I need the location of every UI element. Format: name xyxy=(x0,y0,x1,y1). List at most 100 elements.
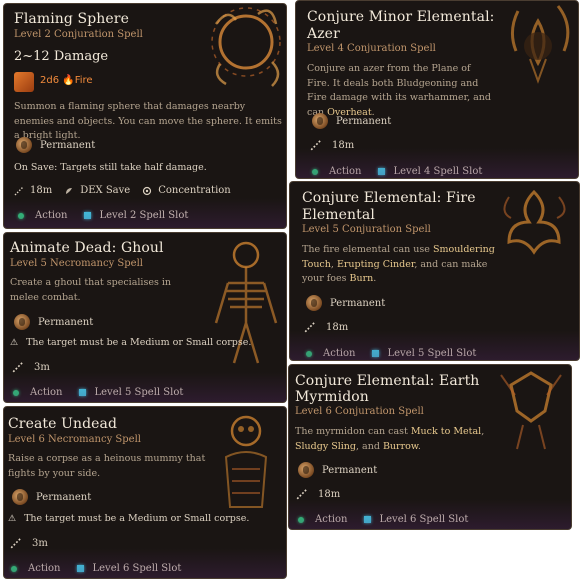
duration-row: Permanent xyxy=(16,137,95,153)
keyword-burrow[interactable]: Burrow xyxy=(383,441,418,452)
spell-title: Create Undead xyxy=(8,416,118,432)
range-text: 18m xyxy=(332,139,355,151)
spell-title: Flaming Sphere xyxy=(14,11,129,27)
spell-description: Conjure an azer from the Plane of Fire. … xyxy=(307,63,491,118)
spell-title-line2: Elemental xyxy=(302,207,375,223)
fire-icon: 🔥 xyxy=(62,75,75,86)
range-icon xyxy=(304,321,316,333)
action-text: Action xyxy=(329,166,362,177)
range-text: 18m xyxy=(318,488,341,500)
range-row: 18m xyxy=(310,139,354,151)
duration-icon xyxy=(14,314,30,330)
range-row: 18m xyxy=(304,321,348,333)
duration-text: Permanent xyxy=(330,297,386,309)
spell-subtitle: Level 4 Conjuration Spell xyxy=(307,43,436,54)
damage-range: 2~12 Damage xyxy=(14,49,109,64)
fire-sphere-icon xyxy=(211,7,281,87)
spell-slot-icon xyxy=(377,168,385,175)
spell-slot-text: Level 6 Spell Slot xyxy=(92,563,182,574)
spell-description: Create a ghoul that specialises in melee… xyxy=(10,277,171,303)
spell-slot-text: Level 5 Spell Slot xyxy=(387,348,477,359)
range-icon xyxy=(12,361,24,373)
spell-description: The myrmidon can cast Muck to Metal, Slu… xyxy=(295,426,485,452)
spell-slot-icon xyxy=(371,350,379,357)
spell-slot-icon xyxy=(78,389,86,396)
spell-title: Conjure Elemental: Fire xyxy=(302,190,476,206)
cost-row: Action Level 2 Spell Slot xyxy=(18,210,188,221)
range-text: 18m xyxy=(30,185,53,196)
warning-text: The target must be a Medium or Small cor… xyxy=(26,337,252,348)
spell-subtitle: Level 6 Conjuration Spell xyxy=(295,406,424,417)
cost-row: Action Level 4 Spell Slot xyxy=(312,166,482,177)
action-icon xyxy=(11,565,17,572)
duration-text: Permanent xyxy=(40,139,96,151)
duration-row: Permanent xyxy=(312,113,391,129)
spell-slot-text: Level 6 Spell Slot xyxy=(379,514,469,525)
duration-text: Permanent xyxy=(38,316,94,328)
cost-row: Action Level 6 Spell Slot xyxy=(298,514,468,525)
fire-elemental-icon xyxy=(503,189,566,255)
duration-icon xyxy=(16,137,32,153)
spell-card-create-undead: Create Undead Level 6 Necromancy Spell R… xyxy=(3,406,287,579)
duration-row: Permanent xyxy=(298,462,377,478)
duration-row: Permanent xyxy=(14,314,93,330)
range-text: 3m xyxy=(34,361,50,373)
spell-title: Conjure Elemental: Earth xyxy=(295,373,480,389)
action-text: Action xyxy=(35,210,68,221)
spell-subtitle: Level 2 Conjuration Spell xyxy=(14,29,143,40)
duration-icon xyxy=(12,489,28,505)
spell-subtitle: Level 5 Necromancy Spell xyxy=(10,258,143,269)
action-text: Action xyxy=(323,348,356,359)
keyword-erupting-cinder[interactable]: Erupting Cinder xyxy=(337,259,414,270)
range-icon xyxy=(296,488,308,500)
action-icon xyxy=(312,168,318,175)
range-icon xyxy=(10,537,22,549)
keyword-burn[interactable]: Burn xyxy=(350,273,374,284)
cost-row: Action Level 5 Spell Slot xyxy=(306,348,476,359)
action-text: Action xyxy=(30,387,63,398)
on-save-text: On Save: Targets still take half damage. xyxy=(14,162,207,173)
earth-myrmidon-icon xyxy=(500,371,562,450)
action-text: Action xyxy=(28,563,61,574)
concentration-text: Concentration xyxy=(158,185,231,196)
azer-icon xyxy=(511,5,570,84)
duration-text: Permanent xyxy=(336,115,392,127)
warning-icon: ⚠ xyxy=(10,337,19,348)
spell-card-earth-myrmidon: Conjure Elemental: Earth Myrmidon Level … xyxy=(288,364,572,530)
duration-icon xyxy=(298,462,314,478)
spell-card-flaming-sphere: Flaming Sphere Level 2 Conjuration Spell… xyxy=(3,3,287,229)
spell-description: Raise a corpse as a heinous mummy that f… xyxy=(8,453,206,479)
warning-row: ⚠ The target must be a Medium or Small c… xyxy=(8,513,249,524)
keyword-sludgy-sling[interactable]: Sludgy Sling xyxy=(295,441,356,452)
keyword-muck-to-metal[interactable]: Muck to Metal xyxy=(411,426,481,437)
duration-row: Permanent xyxy=(306,295,385,311)
dice-value: 2d6 xyxy=(40,75,60,86)
skeleton-icon xyxy=(214,241,278,364)
range-icon xyxy=(310,139,322,151)
dice-icon xyxy=(14,72,34,92)
range-row: 18m xyxy=(296,488,340,500)
warning-text: The target must be a Medium or Small cor… xyxy=(24,513,250,524)
damage-element: Fire xyxy=(74,75,93,86)
spell-slot-icon xyxy=(76,565,84,572)
spell-title: Conjure Minor Elemental: xyxy=(307,9,495,25)
damage-dice: 2d6 🔥Fire xyxy=(40,75,93,86)
spell-slot-icon xyxy=(363,516,371,523)
range-row: 3m xyxy=(12,361,50,373)
action-text: Action xyxy=(315,514,348,525)
spell-slot-text: Level 5 Spell Slot xyxy=(94,387,184,398)
cost-row: Action Level 6 Spell Slot xyxy=(11,563,181,574)
spell-properties: 18m DEX Save Concentration xyxy=(14,185,243,196)
save-text: DEX Save xyxy=(80,185,131,196)
undead-skull-icon xyxy=(224,415,268,508)
spell-card-animate-dead: Animate Dead: Ghoul Level 5 Necromancy S… xyxy=(3,232,287,403)
warning-row: ⚠ The target must be a Medium or Small c… xyxy=(10,337,251,348)
action-icon xyxy=(18,212,24,219)
spell-card-fire-elemental: Conjure Elemental: Fire Elemental Level … xyxy=(289,181,580,361)
cost-row: Action Level 5 Spell Slot xyxy=(13,387,183,398)
action-icon xyxy=(298,516,304,523)
range-text: 3m xyxy=(32,537,48,549)
duration-text: Permanent xyxy=(36,491,92,503)
spell-title: Animate Dead: Ghoul xyxy=(10,240,164,256)
dex-save-icon xyxy=(66,187,73,194)
